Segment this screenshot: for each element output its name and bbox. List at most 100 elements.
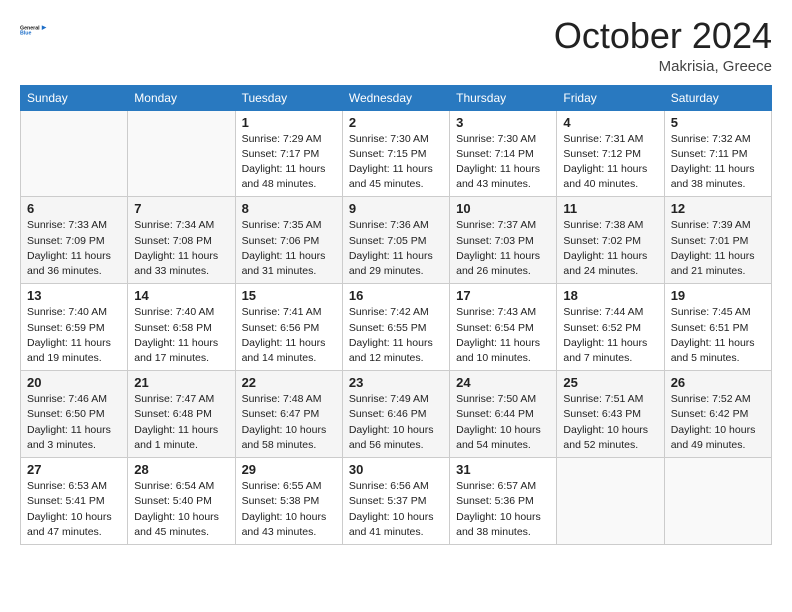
day-number: 21 (134, 375, 228, 390)
location: Makrisia, Greece (554, 58, 772, 75)
col-friday: Friday (557, 85, 664, 110)
week-row-5: 27 Sunrise: 6:53 AMSunset: 5:41 PMDayligh… (21, 458, 772, 545)
calendar-cell: 8 Sunrise: 7:35 AMSunset: 7:06 PMDaylight… (235, 197, 342, 284)
calendar-cell: 10 Sunrise: 7:37 AMSunset: 7:03 PMDayligh… (450, 197, 557, 284)
cell-info: Sunrise: 7:50 AMSunset: 6:44 PMDaylight:… (456, 392, 550, 453)
col-thursday: Thursday (450, 85, 557, 110)
day-number: 17 (456, 288, 550, 303)
calendar-cell: 21Sunrise: 7:47 AMSunset: 6:48 PMDayligh… (128, 371, 235, 458)
calendar-cell: 22Sunrise: 7:48 AMSunset: 6:47 PMDayligh… (235, 371, 342, 458)
cell-info: Sunrise: 7:41 AMSunset: 6:56 PMDaylight:… (242, 305, 336, 366)
week-row-2: 6Sunrise: 7:33 AMSunset: 7:09 PMDaylight… (21, 197, 772, 284)
cell-info: Sunrise: 7:39 AMSunset: 7:01 PMDaylight:… (671, 218, 765, 279)
day-number: 7 (134, 201, 228, 216)
calendar-cell: 20 Sunrise: 7:46 AMSunset: 6:50 PMDayligh… (21, 371, 128, 458)
day-number: 29 (242, 462, 336, 477)
day-number: 5 (671, 115, 765, 130)
day-number: 4 (563, 115, 657, 130)
cell-info: Sunrise: 7:49 AMSunset: 6:46 PMDaylight:… (349, 392, 443, 453)
week-row-1: 1Sunrise: 7:29 AMSunset: 7:17 PMDaylight… (21, 110, 772, 197)
calendar-cell (128, 110, 235, 197)
day-number: 8 (242, 201, 336, 216)
calendar-cell: 4 Sunrise: 7:31 AMSunset: 7:12 PMDaylight… (557, 110, 664, 197)
col-sunday: Sunday (21, 85, 128, 110)
day-number: 23 (349, 375, 443, 390)
col-monday: Monday (128, 85, 235, 110)
day-number: 31 (456, 462, 550, 477)
calendar-cell: 6Sunrise: 7:33 AMSunset: 7:09 PMDaylight… (21, 197, 128, 284)
cell-info: Sunrise: 7:52 AMSunset: 6:42 PMDaylight:… (671, 392, 765, 453)
cell-info: Sunrise: 7:33 AMSunset: 7:09 PMDaylight:… (27, 218, 121, 279)
col-tuesday: Tuesday (235, 85, 342, 110)
cell-info: Sunrise: 7:37 AMSunset: 7:03 PMDaylight:… (456, 218, 550, 279)
day-number: 2 (349, 115, 443, 130)
day-number: 9 (349, 201, 443, 216)
day-number: 14 (134, 288, 228, 303)
cell-info: Sunrise: 7:40 AMSunset: 6:59 PMDaylight:… (27, 305, 121, 366)
cell-info: Sunrise: 6:56 AMSunset: 5:37 PMDaylight:… (349, 479, 443, 540)
calendar-cell (557, 458, 664, 545)
header-row: Sunday Monday Tuesday Wednesday Thursday… (21, 85, 772, 110)
calendar-cell: 15 Sunrise: 7:41 AMSunset: 6:56 PMDayligh… (235, 284, 342, 371)
calendar-cell: 2 Sunrise: 7:30 AMSunset: 7:15 PMDaylight… (342, 110, 449, 197)
cell-info: Sunrise: 7:51 AMSunset: 6:43 PMDaylight:… (563, 392, 657, 453)
calendar-cell: 11 Sunrise: 7:38 AMSunset: 7:02 PMDayligh… (557, 197, 664, 284)
day-number: 19 (671, 288, 765, 303)
calendar-cell: 1Sunrise: 7:29 AMSunset: 7:17 PMDaylight… (235, 110, 342, 197)
day-number: 27 (27, 462, 121, 477)
calendar-cell: 18 Sunrise: 7:44 AMSunset: 6:52 PMDayligh… (557, 284, 664, 371)
day-number: 28 (134, 462, 228, 477)
logo: GeneralBlue (20, 16, 50, 44)
calendar-cell (664, 458, 771, 545)
calendar-cell: 12 Sunrise: 7:39 AMSunset: 7:01 PMDayligh… (664, 197, 771, 284)
calendar-cell: 16 Sunrise: 7:42 AMSunset: 6:55 PMDayligh… (342, 284, 449, 371)
calendar-cell: 17Sunrise: 7:43 AMSunset: 6:54 PMDayligh… (450, 284, 557, 371)
month-title: October 2024 (554, 16, 772, 56)
cell-info: Sunrise: 7:46 AMSunset: 6:50 PMDaylight:… (27, 392, 121, 453)
title-block: October 2024 Makrisia, Greece (554, 16, 772, 75)
cell-info: Sunrise: 7:30 AMSunset: 7:14 PMDaylight:… (456, 132, 550, 193)
calendar-cell: 3 Sunrise: 7:30 AMSunset: 7:14 PMDaylight… (450, 110, 557, 197)
calendar-cell: 19 Sunrise: 7:45 AMSunset: 6:51 PMDayligh… (664, 284, 771, 371)
calendar-cell: 13 Sunrise: 7:40 AMSunset: 6:59 PMDayligh… (21, 284, 128, 371)
calendar-cell: 24Sunrise: 7:50 AMSunset: 6:44 PMDayligh… (450, 371, 557, 458)
cell-info: Sunrise: 6:57 AMSunset: 5:36 PMDaylight:… (456, 479, 550, 540)
day-number: 26 (671, 375, 765, 390)
header: GeneralBlue October 2024 Makrisia, Greec… (20, 16, 772, 75)
cell-info: Sunrise: 7:31 AMSunset: 7:12 PMDaylight:… (563, 132, 657, 193)
day-number: 25 (563, 375, 657, 390)
cell-info: Sunrise: 7:44 AMSunset: 6:52 PMDaylight:… (563, 305, 657, 366)
cell-info: Sunrise: 7:35 AMSunset: 7:06 PMDaylight:… (242, 218, 336, 279)
cell-info: Sunrise: 7:45 AMSunset: 6:51 PMDaylight:… (671, 305, 765, 366)
day-number: 22 (242, 375, 336, 390)
day-number: 15 (242, 288, 336, 303)
week-row-3: 13 Sunrise: 7:40 AMSunset: 6:59 PMDayligh… (21, 284, 772, 371)
day-number: 3 (456, 115, 550, 130)
day-number: 11 (563, 201, 657, 216)
calendar-cell: 28Sunrise: 6:54 AMSunset: 5:40 PMDayligh… (128, 458, 235, 545)
calendar-cell: 26 Sunrise: 7:52 AMSunset: 6:42 PMDayligh… (664, 371, 771, 458)
day-number: 1 (242, 115, 336, 130)
day-number: 13 (27, 288, 121, 303)
day-number: 12 (671, 201, 765, 216)
col-wednesday: Wednesday (342, 85, 449, 110)
day-number: 18 (563, 288, 657, 303)
calendar-cell (21, 110, 128, 197)
calendar-cell: 29Sunrise: 6:55 AMSunset: 5:38 PMDayligh… (235, 458, 342, 545)
calendar-cell: 30Sunrise: 6:56 AMSunset: 5:37 PMDayligh… (342, 458, 449, 545)
calendar-cell: 25 Sunrise: 7:51 AMSunset: 6:43 PMDayligh… (557, 371, 664, 458)
day-number: 16 (349, 288, 443, 303)
calendar-cell: 9 Sunrise: 7:36 AMSunset: 7:05 PMDaylight… (342, 197, 449, 284)
calendar-cell: 14 Sunrise: 7:40 AMSunset: 6:58 PMDayligh… (128, 284, 235, 371)
day-number: 20 (27, 375, 121, 390)
cell-info: Sunrise: 7:40 AMSunset: 6:58 PMDaylight:… (134, 305, 228, 366)
day-number: 10 (456, 201, 550, 216)
calendar-table: Sunday Monday Tuesday Wednesday Thursday… (20, 85, 772, 545)
cell-info: Sunrise: 7:32 AMSunset: 7:11 PMDaylight:… (671, 132, 765, 193)
cell-info: Sunrise: 7:38 AMSunset: 7:02 PMDaylight:… (563, 218, 657, 279)
cell-info: Sunrise: 7:42 AMSunset: 6:55 PMDaylight:… (349, 305, 443, 366)
calendar-cell: 23 Sunrise: 7:49 AMSunset: 6:46 PMDayligh… (342, 371, 449, 458)
cell-info: Sunrise: 7:36 AMSunset: 7:05 PMDaylight:… (349, 218, 443, 279)
cell-info: Sunrise: 6:53 AMSunset: 5:41 PMDaylight:… (27, 479, 121, 540)
cell-info: Sunrise: 7:30 AMSunset: 7:15 PMDaylight:… (349, 132, 443, 193)
